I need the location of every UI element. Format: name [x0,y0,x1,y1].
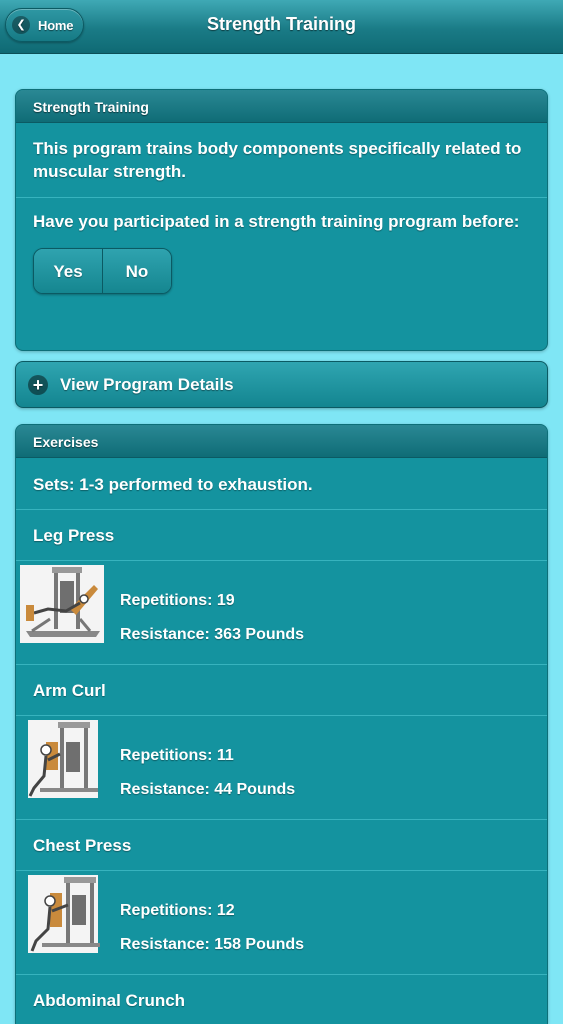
exercise-name: Chest Press [33,836,132,855]
exercise-resistance: Resistance: 158 Pounds [120,936,305,953]
top-bar: ❮ Home Strength Training [0,0,563,54]
exercise-resistance: Resistance: 44 Pounds [120,781,296,798]
exercise-repetitions: Repetitions: 11 [120,747,234,764]
no-button[interactable]: No [102,249,171,293]
view-program-details-toggle[interactable]: + View Program Details [15,361,548,408]
exercise-stats: Repetitions: 12 Resistance: 158 Pounds [120,894,304,962]
intro-card: Strength Training This program trains bo… [15,89,548,351]
leg-press-machine-icon [20,565,104,643]
exercise-abdominal-crunch: Abdominal Crunch [16,974,547,1024]
exercise-details: Repetitions: 12 Resistance: 158 Pounds [16,870,547,974]
exercise-arm-curl: Arm Curl Repetitions: 11 Resistance: 44 … [16,664,547,819]
exercises-card: Exercises Sets: 1-3 performed to exhaust… [15,424,548,1024]
exercise-chest-press: Chest Press Repetitions: 12 Resistance: … [16,819,547,974]
exercise-name: Leg Press [33,526,115,545]
yes-no-toggle: Yes No [33,248,172,294]
exercise-resistance: Resistance: 363 Pounds [120,626,305,643]
program-description: This program trains body components spec… [33,139,522,181]
yes-button[interactable]: Yes [34,249,102,293]
plus-icon: + [28,374,48,395]
intro-card-heading: Strength Training [16,90,547,123]
view-program-details-label: View Program Details [60,374,234,394]
exercises-card-heading: Exercises [16,425,547,458]
exercise-repetitions: Repetitions: 19 [120,592,235,609]
exercise-stats: Repetitions: 19 Resistance: 363 Pounds [120,584,304,652]
exercise-details: Repetitions: 19 Resistance: 363 Pounds [16,560,547,664]
arm-curl-machine-icon [28,720,98,798]
exercise-details: Repetitions: 11 Resistance: 44 Pounds [16,715,547,819]
page-title: Strength Training [206,14,356,34]
exercise-stats: Repetitions: 11 Resistance: 44 Pounds [120,739,295,807]
experience-question-row: Have you participated in a strength trai… [16,197,547,294]
exercise-name: Arm Curl [33,681,106,700]
chest-press-machine-icon [28,875,100,953]
exercise-repetitions: Repetitions: 12 [120,902,235,919]
experience-question: Have you participated in a strength trai… [33,212,520,231]
exercise-leg-press: Leg Press Repetitions: 19 Resistance: 36… [16,509,547,664]
sets-info: Sets: 1-3 performed to exhaustion. [33,475,313,494]
